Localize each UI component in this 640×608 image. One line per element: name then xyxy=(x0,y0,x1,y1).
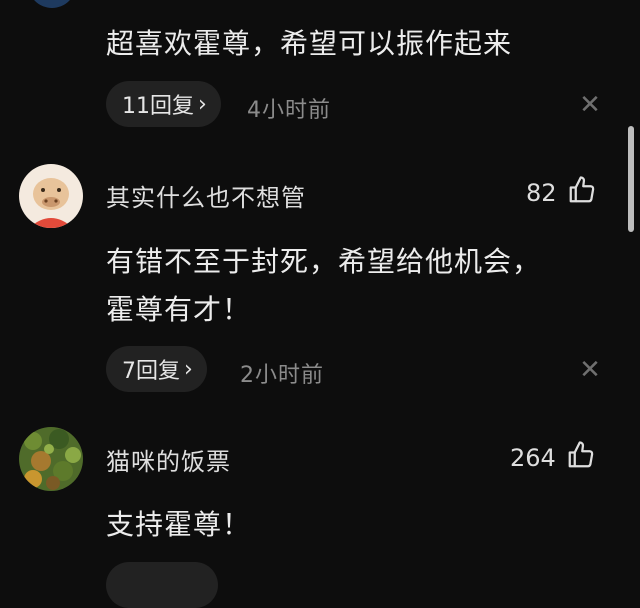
reply-count-label: 7回复 xyxy=(122,359,180,384)
chevron-right-icon: › xyxy=(198,91,207,117)
like-button[interactable]: 264 xyxy=(510,440,596,476)
username[interactable]: 其实什么也不想管 xyxy=(106,178,306,213)
comment-text-line-1: 有错不至于封死，希望给他机会， xyxy=(106,245,542,278)
like-count: 82 xyxy=(526,179,557,207)
avatar[interactable] xyxy=(19,427,83,491)
avatar-previous[interactable] xyxy=(28,0,76,8)
comment-timestamp: 4小时前 xyxy=(247,98,331,123)
comment-timestamp: 2小时前 xyxy=(240,363,324,388)
close-icon[interactable]: ✕ xyxy=(577,355,603,385)
reply-button-partial[interactable] xyxy=(106,562,218,608)
close-icon[interactable]: ✕ xyxy=(577,90,603,120)
reply-count-label: 11回复 xyxy=(122,94,194,119)
thumbs-up-icon xyxy=(566,440,596,476)
thumbs-up-icon xyxy=(567,175,597,211)
username[interactable]: 猫咪的饭票 xyxy=(106,442,231,477)
like-button[interactable]: 82 xyxy=(526,175,597,211)
reply-button[interactable]: 7回复 › xyxy=(106,346,207,392)
scrollbar[interactable] xyxy=(628,126,634,232)
comment-text: 支持霍尊！ xyxy=(106,508,252,541)
chevron-right-icon: › xyxy=(184,356,193,382)
comment-text: 超喜欢霍尊，希望可以振作起来 xyxy=(106,27,513,60)
avatar[interactable] xyxy=(19,164,83,228)
reply-button[interactable]: 11回复 › xyxy=(106,81,221,127)
comment-text-line-2: 霍尊有才！ xyxy=(106,293,252,326)
like-count: 264 xyxy=(510,444,556,472)
